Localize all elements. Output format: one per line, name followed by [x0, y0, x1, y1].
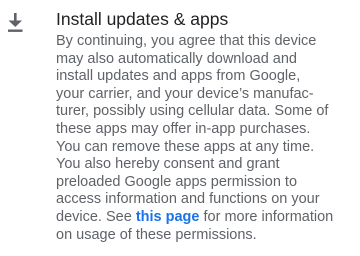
description-line-with-link: device. See this page for more informati…	[56, 209, 358, 227]
description-line: your carrier, and your device’s manufac-	[56, 85, 314, 102]
install-updates-item: Install updates & apps By continuing, yo…	[0, 0, 360, 256]
description-line: By continuing, you agree that this devic…	[56, 33, 317, 49]
description-line: may also automatically download and	[56, 50, 297, 67]
item-content: Install updates & apps By continuing, yo…	[56, 8, 358, 244]
description-line: turer, possibly using cellular data. Som…	[56, 103, 329, 120]
item-description: By continuing, you agree that this devic…	[56, 33, 358, 244]
description-line: You also hereby consent and grant	[56, 156, 280, 173]
this-page-link[interactable]: this page	[136, 209, 200, 225]
line-text-after-link: for more information	[199, 208, 334, 225]
description-line: these apps may offer in-app purchases.	[56, 120, 311, 137]
description-line: access information and functions on your	[56, 191, 320, 208]
description-line: on usage of these permissions.	[56, 226, 257, 243]
line-text-before-link: device. See	[56, 208, 136, 225]
description-line: You can remove these apps at any time.	[56, 138, 315, 155]
description-line: preloaded Google apps permission to	[56, 173, 298, 190]
download-icon	[6, 12, 24, 34]
description-line: install updates and apps from Google,	[56, 68, 301, 85]
item-title: Install updates & apps	[56, 9, 229, 29]
